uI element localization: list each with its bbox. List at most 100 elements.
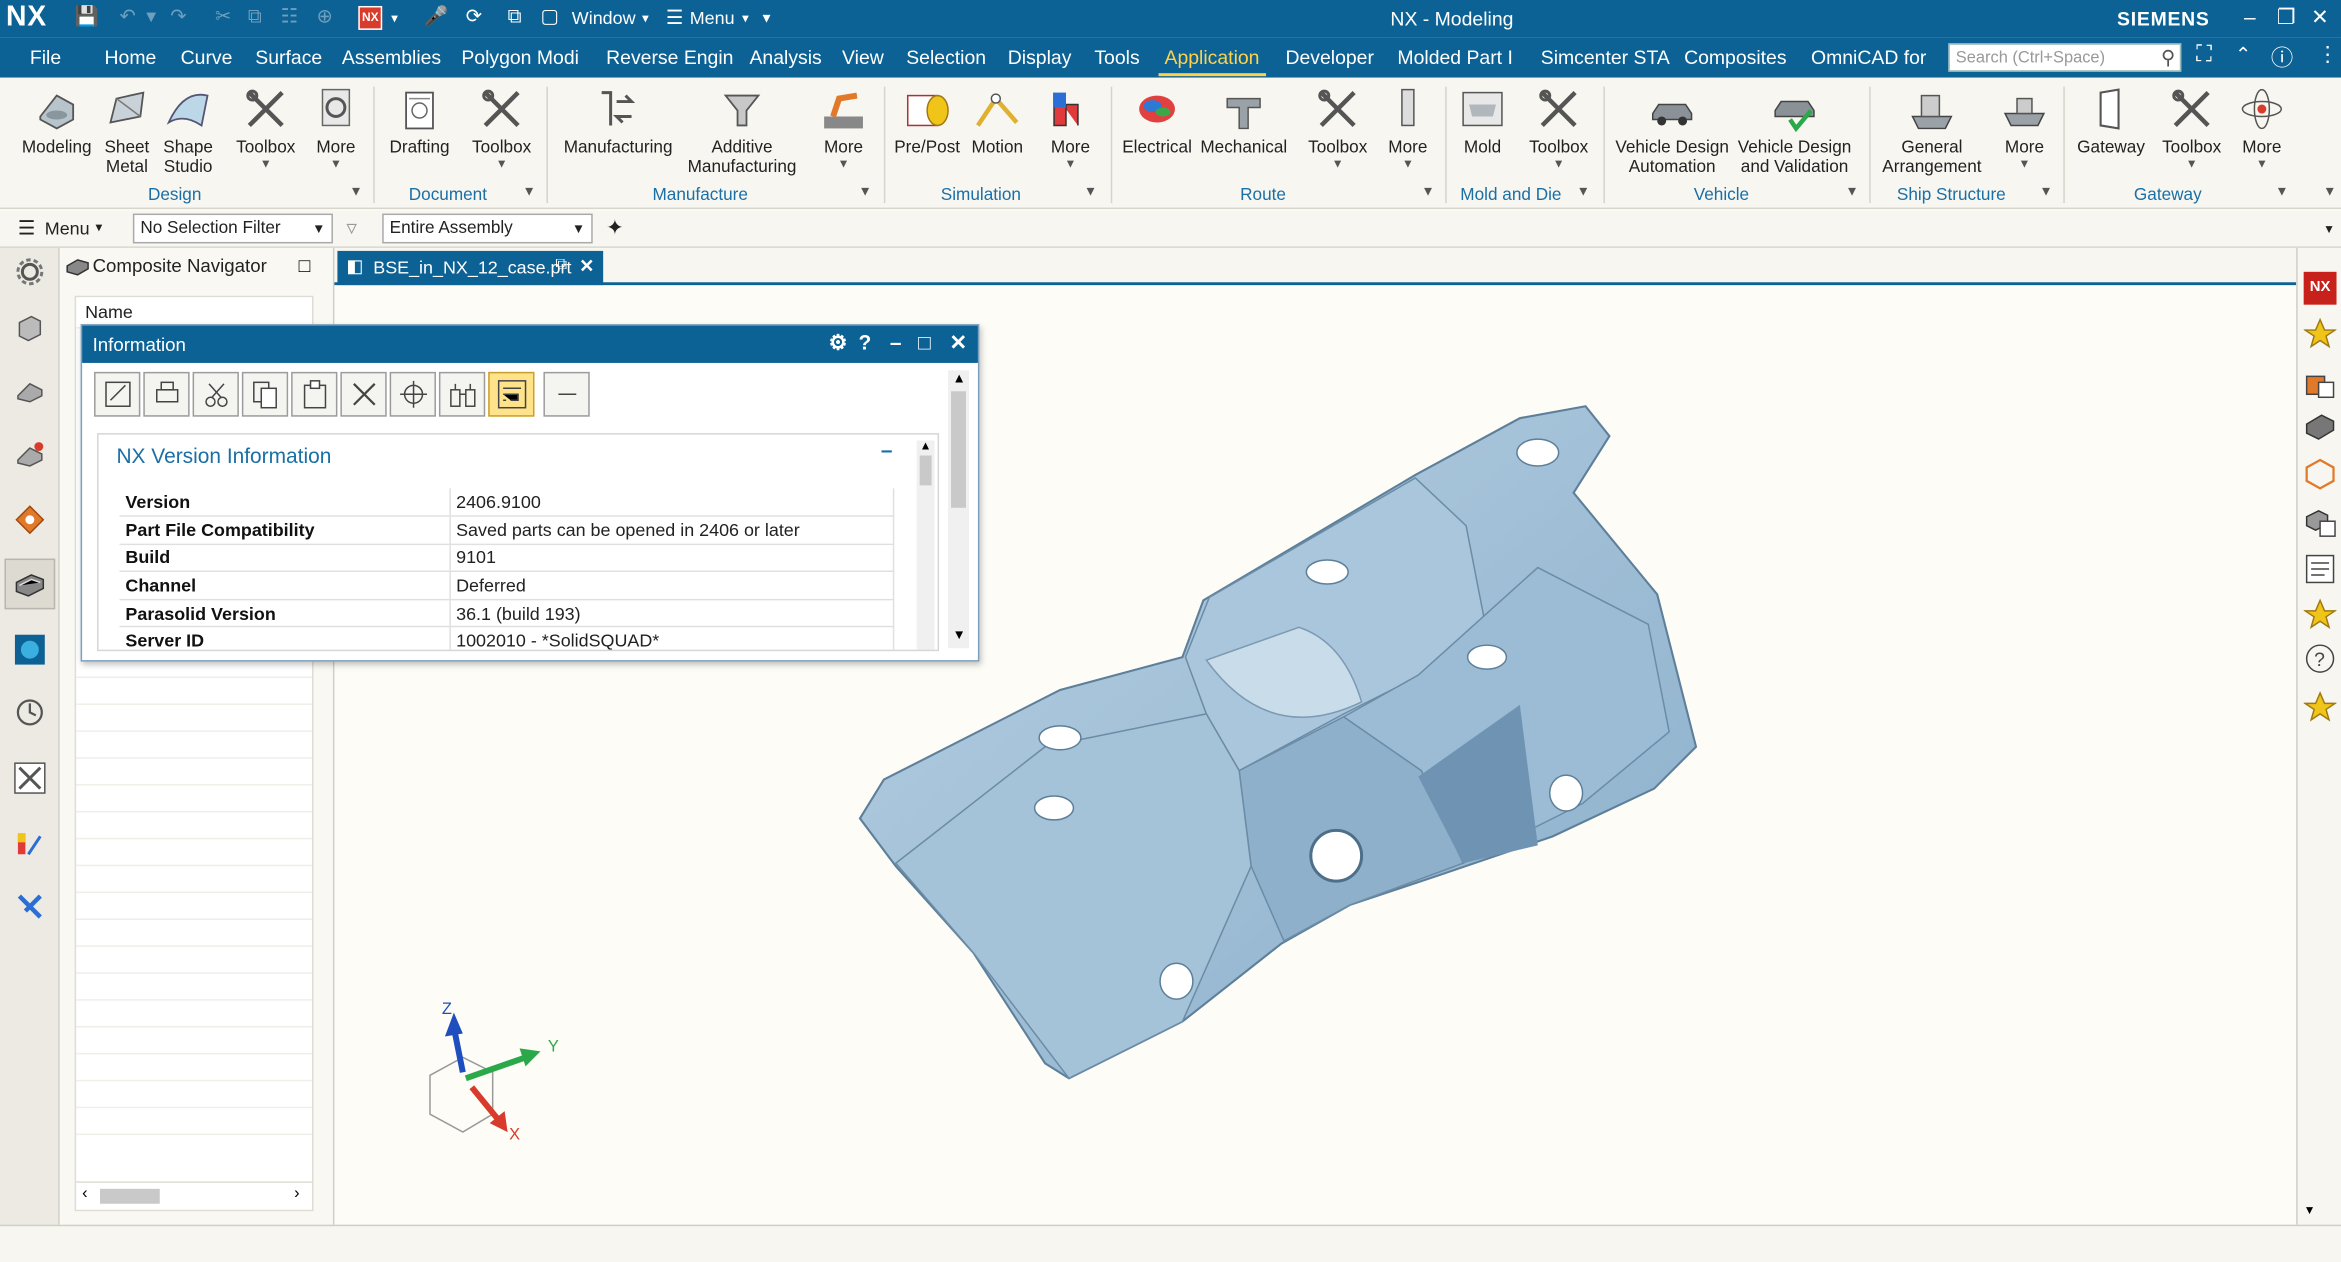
simulation-more-button[interactable]: More ▼ [1039,84,1102,171]
group-vehicle-dropdown-icon[interactable]: ▼ [1845,184,1858,199]
menu-application[interactable]: Application [1165,46,1260,68]
group-gateway-dropdown-icon[interactable]: ▼ [2275,184,2288,199]
menu-curve[interactable]: Curve [181,46,233,68]
menu-home[interactable]: Home [105,46,157,68]
ship-more-button[interactable]: More ▼ [1992,84,2058,171]
history-clock-icon[interactable] [13,696,46,729]
full-screen-icon[interactable]: ⛶ [2196,42,2212,67]
assembly-navigator-icon[interactable] [13,311,46,344]
route-toolbox-button[interactable]: Toolbox ▼ [1299,84,1377,171]
layer-settings-icon[interactable] [2304,367,2337,400]
process-studio-icon[interactable] [13,762,46,795]
electrical-button[interactable]: Electrical [1117,84,1198,159]
chevron-down-icon[interactable]: ▼ [2153,158,2231,170]
find-button[interactable] [389,371,436,417]
menu-assemblies[interactable]: Assemblies [342,46,441,68]
part-navigator-icon[interactable] [13,375,46,408]
reuse-library-icon[interactable] [13,439,46,472]
search-icon[interactable]: ⚲ [2161,46,2175,70]
scroll-up-icon[interactable]: ▲ [953,370,966,385]
word-wrap-button[interactable] [488,371,535,417]
shape-studio-button[interactable]: Shape Studio [155,84,221,178]
hamburger-icon[interactable]: ☰ [18,217,35,241]
group-simulation-dropdown-icon[interactable]: ▼ [1084,184,1097,199]
general-arrangement-button[interactable]: General Arrangement [1878,84,1985,178]
menu-reverse-engineering[interactable]: Reverse Engin [606,46,733,68]
design-toolbox-button[interactable]: Toolbox ▼ [227,84,305,171]
chevron-down-icon[interactable]: ▼ [1992,158,2058,170]
restore-icon[interactable]: ❐ [2277,4,2296,29]
chevron-down-icon[interactable]: ▼ [1039,158,1102,170]
gateway-toolbox-button[interactable]: Toolbox ▼ [2153,84,2231,171]
help-icon[interactable]: ? [858,330,871,354]
undock-icon[interactable]: ⧉ [555,255,567,274]
nx-icon[interactable]: NX [2303,271,2337,305]
maximize-icon[interactable]: □ [299,254,311,276]
menu-display[interactable]: Display [1008,46,1072,68]
favorite-star-icon[interactable] [2303,317,2337,350]
menu-file[interactable]: File [30,46,61,68]
copy-button[interactable] [241,371,289,417]
print-button[interactable] [143,371,190,417]
menu-molded-part[interactable]: Molded Part I [1397,46,1512,68]
group-ship-structure-dropdown-icon[interactable]: ▼ [2039,184,2052,199]
help-icon[interactable]: ? [2304,642,2337,675]
mechanical-button[interactable]: Mechanical [1200,84,1287,159]
favorite-star-icon[interactable] [2303,597,2337,630]
modeling-button[interactable]: Modeling [15,84,99,159]
dialog-title-bar[interactable]: Information ⚙ ? – □ ✕ [82,325,978,363]
group-mold-die-dropdown-icon[interactable]: ▼ [1577,184,1590,199]
menu-tools[interactable]: Tools [1094,46,1139,68]
clear-button[interactable] [340,371,387,417]
chevron-down-icon[interactable]: ▼ [463,158,541,170]
design-more-button[interactable]: More ▼ [305,84,368,171]
scroll-thumb[interactable] [919,455,932,486]
mold-toolbox-button[interactable]: Toolbox ▼ [1520,84,1598,171]
settings-gear-icon[interactable]: ⚙ [829,330,848,355]
menu-analysis[interactable]: Analysis [749,46,821,68]
horizontal-scrollbar[interactable]: ‹ › [76,1181,313,1208]
maximize-icon[interactable]: □ [918,330,931,354]
feature-table-icon[interactable] [2304,505,2337,538]
name-column-header[interactable]: Name [85,302,133,323]
menu-surface[interactable]: Surface [255,46,322,68]
additive-manufacturing-button[interactable]: Additive Manufacturing [684,84,800,178]
gateway-more-button[interactable]: More ▼ [2231,84,2294,171]
close-tab-icon[interactable]: ✕ [579,255,594,276]
close-icon[interactable]: ✕ [2311,4,2329,29]
favorite-star-icon[interactable] [2303,690,2337,723]
selection-filter-select[interactable]: No Selection Filter ▼ [132,213,333,244]
cut-button[interactable] [192,371,239,417]
roles-icon[interactable] [13,890,46,923]
scroll-left-icon[interactable]: ‹ [82,1184,87,1202]
menu-view[interactable]: View [842,46,884,68]
view-cube-icon[interactable] [2304,457,2337,490]
more-options-icon[interactable]: ⋮ [2317,42,2338,67]
selection-bar-options-icon[interactable]: ▼ [2323,223,2335,236]
chevron-down-icon[interactable]: ▾ [96,220,103,236]
chevron-down-icon[interactable]: ▼ [1299,158,1377,170]
save-as-button[interactable] [94,371,141,417]
paste-button[interactable] [291,371,338,417]
chevron-down-icon[interactable]: ▼ [1377,158,1440,170]
menu-polygon-modeling[interactable]: Polygon Modi [461,46,579,68]
analysis-icon[interactable] [13,827,46,860]
chevron-down-icon[interactable]: ▼ [572,221,585,236]
chevron-down-icon[interactable]: ▼ [305,158,368,170]
dialog-vertical-scrollbar[interactable]: ▲ ▼ [948,370,969,649]
binoculars-button[interactable] [438,371,486,417]
help-icon[interactable]: ⓘ [2271,42,2293,73]
composite-navigator-icon[interactable] [13,568,46,601]
scroll-thumb[interactable] [100,1188,160,1204]
pre-post-button[interactable]: Pre/Post [890,84,965,159]
group-document-dropdown-icon[interactable]: ▼ [523,184,536,199]
scroll-down-icon[interactable]: ▼ [953,627,966,642]
chevron-down-icon[interactable]: ▼ [812,158,875,170]
group-route-dropdown-icon[interactable]: ▼ [1421,184,1434,199]
filter-icon[interactable]: ▿ [346,215,356,240]
top-menu-button[interactable]: Menu [45,218,90,239]
menu-developer[interactable]: Developer [1285,46,1373,68]
sheet-metal-button[interactable]: Sheet Metal [99,84,156,178]
collapse-all-button[interactable] [543,371,590,417]
gateway-button[interactable]: Gateway [2072,84,2150,159]
